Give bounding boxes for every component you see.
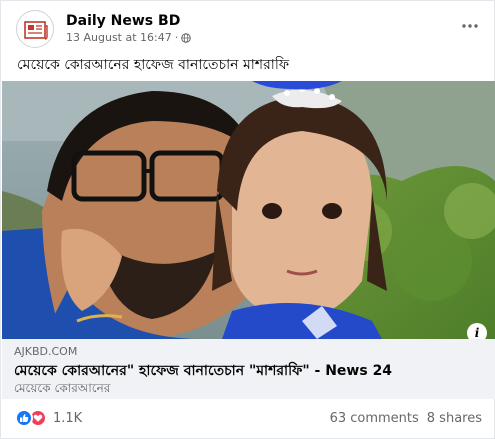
- post-meta: 13 August at 16:47 ·: [66, 31, 192, 44]
- more-options-icon: [462, 24, 478, 28]
- page-name[interactable]: Daily News BD: [66, 13, 180, 29]
- info-button[interactable]: i: [467, 323, 487, 339]
- newspaper-icon: [24, 21, 48, 40]
- reactions-summary[interactable]: 1.1K: [15, 409, 82, 427]
- comments-count[interactable]: 63 comments: [330, 411, 419, 426]
- page-avatar[interactable]: [16, 10, 54, 48]
- globe-icon[interactable]: [181, 32, 192, 43]
- link-domain: AJKBD.COM: [14, 345, 78, 358]
- post-stats: 1.1K 63 comments 8 shares: [15, 409, 482, 429]
- link-description: মেয়েকে কোরআনের: [14, 381, 111, 395]
- post-header: Daily News BD 13 August at 16:47 ·: [11, 10, 486, 50]
- link-preview[interactable]: AJKBD.COM মেয়েকে কোরআনের" হাফেজ বানাতেচ…: [2, 339, 495, 399]
- info-icon: i: [474, 326, 480, 339]
- post-timestamp[interactable]: 13 August at 16:47: [66, 31, 172, 44]
- post-photo[interactable]: i: [2, 81, 495, 339]
- facebook-post: Daily News BD 13 August at 16:47 · মেয়ে…: [0, 0, 495, 439]
- post-caption: মেয়েকে কোরআনের হাফেজ বানাতেচান মাশরাফি: [17, 57, 290, 73]
- shares-count[interactable]: 8 shares: [427, 411, 482, 426]
- more-options-button[interactable]: [458, 14, 482, 38]
- engagement-counts: 63 comments 8 shares: [330, 411, 482, 426]
- like-reaction-icon: [15, 409, 33, 427]
- reaction-count: 1.1K: [53, 410, 83, 426]
- photo-illustration: [2, 81, 495, 339]
- meta-separator: ·: [174, 31, 179, 44]
